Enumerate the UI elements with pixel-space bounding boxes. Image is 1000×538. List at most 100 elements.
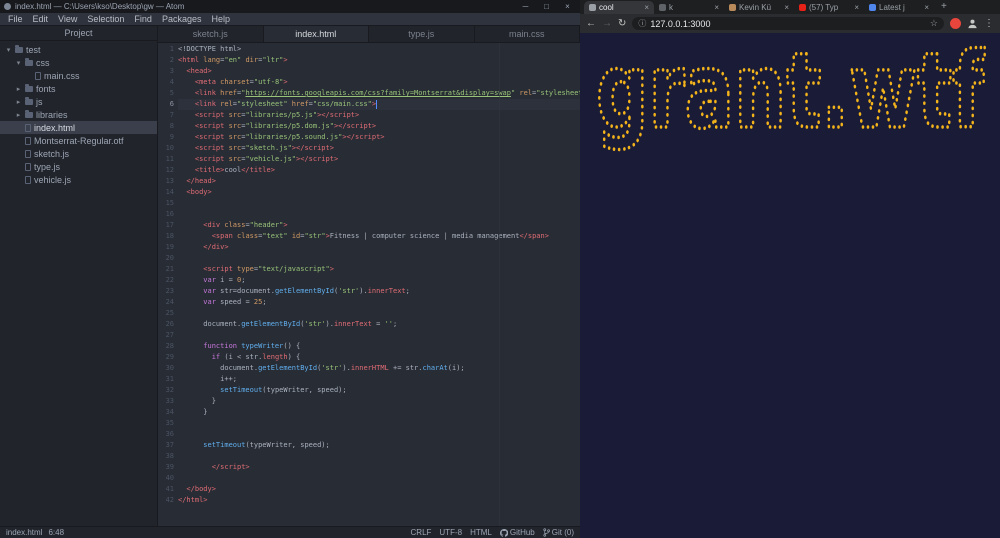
code-token: rel <box>515 89 533 97</box>
code-line[interactable]: <body> <box>178 187 580 198</box>
browser-tab-kevin-k[interactable]: Kevin Kü × <box>724 1 794 14</box>
code-line[interactable] <box>178 253 580 264</box>
code-line[interactable]: i++; <box>178 374 580 385</box>
tab-close-icon[interactable]: × <box>714 3 719 12</box>
status-html[interactable]: HTML <box>470 528 492 537</box>
browser-tab-latest-j[interactable]: Latest j × <box>864 1 934 14</box>
address-bar[interactable]: ⓘ 127.0.0.1:3000 ☆ <box>632 17 944 30</box>
code-line[interactable] <box>178 209 580 220</box>
maximize-button[interactable]: □ <box>538 0 555 13</box>
code-line[interactable]: </div> <box>178 242 580 253</box>
menu-file[interactable]: File <box>3 13 28 25</box>
code-line[interactable]: <span class="text" id="str">Fitness | co… <box>178 231 580 242</box>
back-button[interactable]: ← <box>586 18 596 29</box>
code-line[interactable]: <script src="libraries/p5.dom.js"></scri… <box>178 121 580 132</box>
tab-close-icon[interactable]: × <box>924 3 929 12</box>
tree-item-montserrat-regular.otf[interactable]: Montserrat-Regular.otf <box>0 134 157 147</box>
tab-close-icon[interactable]: × <box>854 3 859 12</box>
browser-tab-cool[interactable]: cool × <box>584 1 654 14</box>
code-line[interactable]: } <box>178 396 580 407</box>
code-line[interactable]: var speed = 25; <box>178 297 580 308</box>
cursor-position[interactable]: 6:48 <box>48 528 64 537</box>
menu-view[interactable]: View <box>53 13 82 25</box>
bookmark-star-icon[interactable]: ☆ <box>930 19 938 28</box>
browser-tab-57-typ[interactable]: (57) Typ × <box>794 1 864 14</box>
tree-item-libraries[interactable]: ▸ libraries <box>0 108 157 121</box>
tree-item-test[interactable]: ▾ test <box>0 43 157 56</box>
code-area[interactable]: 1 2 3 4 5 6 7 8 9 10 11 12 13 14 15 16 17 18 19 20 21 22 23 24 2… <box>158 43 580 526</box>
tree-item-css[interactable]: ▾ css <box>0 56 157 69</box>
tree-item-type.js[interactable]: type.js <box>0 160 157 173</box>
code-line[interactable]: <div class="header"> <box>178 220 580 231</box>
code-line[interactable]: var str=document.getElementById('str').i… <box>178 286 580 297</box>
tree-item-js[interactable]: ▸ js <box>0 95 157 108</box>
extension-icon[interactable] <box>950 18 961 29</box>
menu-find[interactable]: Find <box>129 13 157 25</box>
code-line[interactable] <box>178 473 580 484</box>
tree-item-sketch.js[interactable]: sketch.js <box>0 147 157 160</box>
tree-item-vehicle.js[interactable]: vehicle.js <box>0 173 157 186</box>
code-line[interactable]: <link rel="stylesheet" href="css/main.cs… <box>178 99 580 110</box>
code-line[interactable]: document.getElementById('str').innerText… <box>178 319 580 330</box>
code-line[interactable]: setTimeout(typeWriter, speed); <box>178 385 580 396</box>
code-line[interactable]: if (i < str.length) { <box>178 352 580 363</box>
reload-button[interactable]: ↻ <box>618 18 626 29</box>
code-line[interactable]: </head> <box>178 176 580 187</box>
code-line[interactable]: <title>cool</title> <box>178 165 580 176</box>
forward-button[interactable]: → <box>602 18 612 29</box>
new-tab-button[interactable]: + <box>934 0 954 14</box>
file-tree[interactable]: ▾ test ▾ css main.css ▸ fonts ▸ js ▸ libraries inde… <box>0 41 157 526</box>
code-line[interactable]: function typeWriter() { <box>178 341 580 352</box>
code-line[interactable]: </script> <box>178 462 580 473</box>
tree-item-fonts[interactable]: ▸ fonts <box>0 82 157 95</box>
site-info-icon[interactable]: ⓘ <box>638 19 646 28</box>
code-line[interactable]: </html> <box>178 495 580 506</box>
code-line[interactable] <box>178 198 580 209</box>
tab-close-icon[interactable]: × <box>644 3 649 12</box>
menu-selection[interactable]: Selection <box>82 13 129 25</box>
url-text[interactable]: 127.0.0.1:3000 <box>650 19 926 29</box>
minimize-button[interactable]: ─ <box>517 0 534 13</box>
code-line[interactable]: <meta charset="utf-8"> <box>178 77 580 88</box>
close-button[interactable]: × <box>559 0 576 13</box>
browser-tab-k[interactable]: k × <box>654 1 724 14</box>
code-line[interactable]: setTimeout(typeWriter, speed); <box>178 440 580 451</box>
code-line[interactable]: <!DOCTYPE html> <box>178 44 580 55</box>
code-line[interactable]: <script src="vehicle.js"></script> <box>178 154 580 165</box>
code-line[interactable]: <script src="sketch.js"></script> <box>178 143 580 154</box>
code-line[interactable] <box>178 330 580 341</box>
menu-help[interactable]: Help <box>206 13 235 25</box>
status-github[interactable]: GitHub <box>499 528 535 537</box>
status-crlf[interactable]: CRLF <box>411 528 432 537</box>
code-line[interactable]: <script src="libraries/p5.sound.js"></sc… <box>178 132 580 143</box>
code-line[interactable]: </body> <box>178 484 580 495</box>
code-line[interactable] <box>178 308 580 319</box>
profile-icon[interactable] <box>967 18 978 29</box>
browser-menu-icon[interactable]: ⋮ <box>984 18 994 29</box>
code-line[interactable]: document.getElementById('str').innerHTML… <box>178 363 580 374</box>
browser-tabstrip: cool × k × Kevin Kü × (57) Typ × Latest j × + <box>580 0 1000 14</box>
editor-tab-type.js[interactable]: type.js <box>369 26 475 42</box>
editor-tab-main.css[interactable]: main.css <box>474 26 580 42</box>
code-line[interactable] <box>178 429 580 440</box>
menu-packages[interactable]: Packages <box>157 13 207 25</box>
code-lines[interactable]: <!DOCTYPE html> <html lang="en" dir="ltr"… <box>178 43 580 526</box>
code-line[interactable]: } <box>178 407 580 418</box>
status-utf-8[interactable]: UTF-8 <box>439 528 462 537</box>
code-line[interactable] <box>178 418 580 429</box>
code-line[interactable]: <html lang="en" dir="ltr"> <box>178 55 580 66</box>
code-line[interactable]: var i = 0; <box>178 275 580 286</box>
code-line[interactable]: <head> <box>178 66 580 77</box>
code-line[interactable]: <script src="libraries/p5.js"></script> <box>178 110 580 121</box>
code-line[interactable]: <link href="https://fonts.googleapis.com… <box>178 88 580 99</box>
editor-tab-sketch.js[interactable]: sketch.js <box>158 26 264 42</box>
tree-item-index.html[interactable]: index.html <box>0 121 157 134</box>
code-line[interactable] <box>178 451 580 462</box>
tab-close-icon[interactable]: × <box>784 3 789 12</box>
menu-edit[interactable]: Edit <box>28 13 54 25</box>
code-token: "vehicle.js" <box>245 155 297 163</box>
editor-tab-index.html[interactable]: index.html <box>263 26 369 42</box>
tree-item-main.css[interactable]: main.css <box>0 69 157 82</box>
status-git-0[interactable]: Git (0) <box>543 528 574 537</box>
code-line[interactable]: <script type="text/javascript"> <box>178 264 580 275</box>
